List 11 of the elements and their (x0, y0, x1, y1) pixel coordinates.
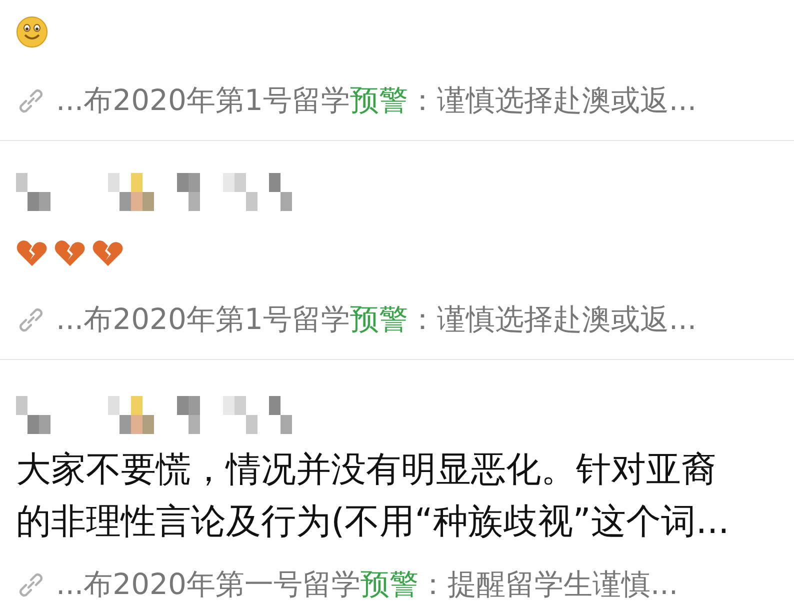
search-result[interactable]: ...布2020年第1号留学预警：谨慎选择赴澳或返... (0, 141, 794, 360)
broken-heart-icon (16, 239, 48, 267)
broken-heart-icon (92, 239, 124, 267)
article-link[interactable]: ...布2020年第1号留学预警：谨慎选择赴澳或返... (56, 81, 697, 121)
search-result[interactable]: 大家不要慌，情况并没有明显恶化。针对亚裔的非理性言论及行为(不用“种族歧视”这个词... ...布2020年第一号留学预警：提醒留学生谨慎... (0, 360, 794, 608)
post-text: 大家不要慌，情况并没有明显恶化。针对亚裔的非理性言论及行为(不用“种族歧视”这个词... (16, 449, 730, 544)
smiley-icon (16, 16, 48, 48)
article-link[interactable]: ...布2020年第1号留学预警：谨慎选择赴澳或返... (56, 300, 697, 340)
search-result[interactable]: ...布2020年第1号留学预警：谨慎选择赴澳或返... (0, 0, 794, 141)
article-link[interactable]: ...布2020年第一号留学预警：提醒留学生谨慎... (56, 565, 678, 605)
broken-heart-icon (54, 239, 86, 267)
